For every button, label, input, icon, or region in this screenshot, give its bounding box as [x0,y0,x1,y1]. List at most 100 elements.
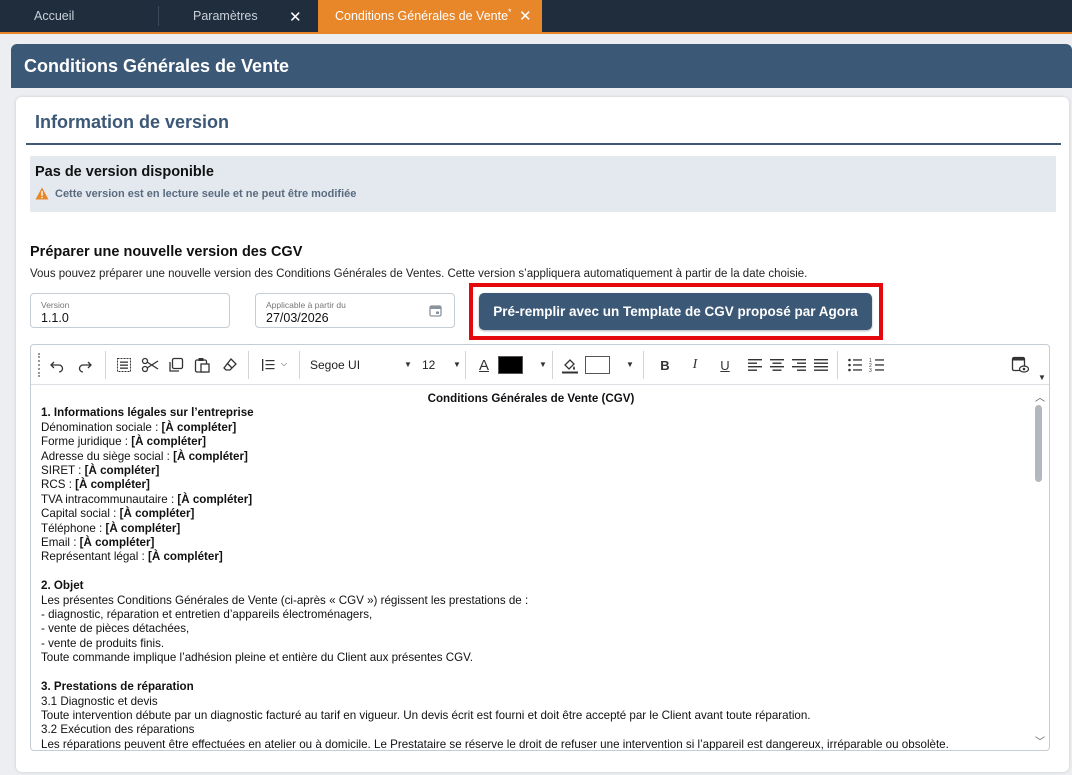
body-line: - vente de produits finis. [41,636,165,650]
tab-label: Paramètres [193,9,258,23]
editor-toolbar: ⌵ Segoe UI ▼ 12 ▼ A ▼ ▼ B I U 123 ▼ [31,345,1049,385]
clear-format-icon[interactable] [222,355,238,375]
copy-icon[interactable] [168,355,184,375]
section-heading: 3. Prestations de réparation [41,680,194,694]
toolbar-divider [552,351,553,379]
body-line: Toute commande implique l’adhésion plein… [41,651,474,665]
select-all-icon[interactable] [116,355,132,375]
legal-line: TVA intracommunautaire : [À compléter] [41,492,253,506]
toolbar-divider [837,351,838,379]
dropdown-arrow-icon[interactable]: ▼ [626,360,634,369]
prepare-description: Vous pouvez préparer une nouvelle versio… [30,268,808,280]
font-color-swatch[interactable] [498,356,523,374]
toolbar-divider [643,351,644,379]
tab-parametres[interactable]: Paramètres ✕ [158,0,318,32]
legal-line: Représentant légal : [À compléter] [41,550,223,564]
page-title: Conditions Générales de Vente [11,44,1072,88]
dropdown-arrow-icon[interactable]: ▼ [453,360,461,369]
date-value[interactable]: 27/03/2026 [266,311,454,325]
chevron-down-icon[interactable]: ⌵ [281,359,287,369]
cut-icon[interactable] [141,355,159,375]
close-icon[interactable]: ✕ [519,9,532,24]
tab-label: Accueil [34,9,75,23]
toolbar-divider [105,351,106,379]
active-tab-underline [0,32,1072,34]
legal-line: Forme juridique : [À compléter] [41,435,206,449]
underline-button[interactable]: U [717,355,733,375]
legal-line: Email : [À compléter] [41,536,155,550]
toolbar-overflow-icon[interactable]: ▼ [1038,373,1046,382]
legal-line: Dénomination sociale : [À compléter] [41,420,237,434]
tab-bar: Accueil Paramètres ✕ Conditions Générale… [0,0,1072,32]
warning-icon [35,187,49,200]
body-line: - vente de pièces détachées, [41,622,190,636]
font-color-icon[interactable]: A [476,355,492,375]
body-line: Les réparations peuvent être effectuées … [41,737,949,750]
close-icon[interactable]: ✕ [289,10,302,25]
modified-marker: * [508,7,512,17]
tab-accueil[interactable]: Accueil [0,0,158,32]
highlight-color-icon[interactable] [561,355,579,375]
body-line: 3.1 Diagnostic et devis [41,694,158,708]
legal-line: Téléphone : [À compléter] [41,521,181,535]
toolbar-divider [299,351,300,379]
toolbar-divider [465,351,466,379]
prefill-button-label: Pré-remplir avec un Template de CGV prop… [493,304,858,319]
preview-icon[interactable] [1011,355,1029,375]
highlight-color-swatch[interactable] [585,356,610,374]
font-size-select[interactable]: 12 ▼ [422,355,462,375]
align-right-icon[interactable] [791,355,807,375]
body-line: 3.2 Exécution des réparations [41,723,195,737]
toolbar-drag-handle[interactable] [38,353,40,377]
toolbar-divider [248,351,249,379]
paste-icon[interactable] [194,355,210,375]
legal-line: RCS : [À compléter] [41,478,150,492]
section-heading: 2. Objet [41,579,84,593]
page-title-text: Conditions Générales de Vente [24,55,290,76]
italic-button[interactable]: I [687,355,703,375]
date-label: Applicable à partir du [266,300,346,310]
version-info-box: Pas de version disponible Cette version … [30,156,1056,212]
align-center-icon[interactable] [769,355,785,375]
bold-button[interactable]: B [657,355,673,375]
calendar-icon[interactable] [429,304,442,317]
section-title: Information de version [35,112,230,132]
dropdown-arrow-icon[interactable]: ▼ [539,360,547,369]
line-height-icon[interactable] [260,355,276,375]
readonly-warning: Cette version est en lecture seule et ne… [35,187,1056,200]
date-field[interactable]: Applicable à partir du 27/03/2026 [255,293,455,328]
warning-text: Cette version est en lecture seule et ne… [55,187,357,200]
bullet-list-icon[interactable] [847,355,863,375]
font-family-select[interactable]: Segoe UI ▼ [310,355,413,375]
legal-line: Capital social : [À compléter] [41,507,195,521]
version-value[interactable]: 1.1.0 [41,311,229,325]
undo-icon[interactable] [49,355,65,375]
scrollbar-thumb[interactable] [1035,405,1042,482]
tab-cgv-active[interactable]: Conditions Générales de Vente * ✕ [318,0,542,32]
prepare-title: Préparer une nouvelle version des CGV [30,244,303,260]
align-justify-icon[interactable] [813,355,829,375]
scroll-up-arrow[interactable]: ︿ [1033,389,1047,404]
tab-label: Conditions Générales de Vente [335,9,509,23]
body-line: Les présentes Conditions Générales de Ve… [41,593,529,607]
document-title: Conditions Générales de Vente (CGV) [427,392,635,405]
editor-content[interactable]: Conditions Générales de Vente (CGV) 1. I… [31,386,1033,750]
font-family-value: Segoe UI [310,358,361,372]
align-left-icon[interactable] [747,355,763,375]
font-size-value: 12 [422,358,436,372]
body-line: - diagnostic, réparation et entretien d’… [41,608,373,622]
section-divider [26,143,1061,145]
body-line: Toute intervention débute par un diagnos… [41,708,811,722]
rich-text-editor: ⌵ Segoe UI ▼ 12 ▼ A ▼ ▼ B I U 123 ▼ Condit… [30,344,1050,751]
legal-line: Adresse du siège social : [À compléter] [41,449,248,463]
version-field[interactable]: Version 1.1.0 [30,293,230,328]
scroll-down-arrow[interactable]: ﹀ [1033,733,1047,748]
numbered-list-icon[interactable]: 123 [869,355,885,375]
prefill-template-button[interactable]: Pré-remplir avec un Template de CGV prop… [479,293,872,330]
section-heading: 1. Informations légales sur l’entreprise [41,406,254,420]
svg-text:3: 3 [869,368,872,374]
dropdown-arrow-icon[interactable]: ▼ [404,360,412,369]
info-title: Pas de version disponible [35,164,214,180]
redo-icon[interactable] [77,355,93,375]
version-label: Version [41,300,70,310]
